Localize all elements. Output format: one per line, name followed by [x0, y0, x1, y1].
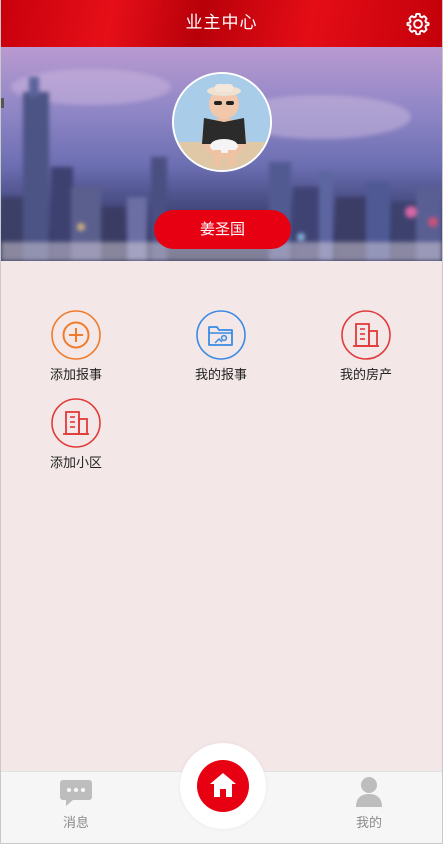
- add-report-item[interactable]: 添加报事: [21, 310, 131, 390]
- tab-messages[interactable]: 消息: [36, 772, 116, 843]
- app-frame: 业主中心 姜圣国 添加报事 我的报事 我的房产 添加小区 消息 我的: [0, 0, 443, 844]
- profile-banner: 姜圣国: [1, 47, 442, 261]
- my-reports-item[interactable]: 我的报事: [166, 310, 276, 390]
- edge-marker: [1, 98, 4, 108]
- user-avatar-photo: [174, 74, 270, 170]
- tab-mine-label: 我的: [355, 816, 382, 831]
- tab-mine[interactable]: 我的: [329, 772, 409, 843]
- home-button[interactable]: [197, 760, 249, 812]
- plus-circle-icon: [51, 310, 101, 360]
- top-bar: 业主中心: [1, 0, 442, 47]
- add-community-label: 添加小区: [49, 456, 102, 471]
- my-reports-label: 我的报事: [194, 368, 247, 383]
- home-icon: [210, 773, 236, 797]
- user-name-button[interactable]: 姜圣国: [154, 210, 291, 249]
- tab-messages-label: 消息: [62, 816, 89, 831]
- person-icon: [356, 777, 382, 807]
- my-property-label: 我的房产: [339, 368, 392, 383]
- add-community-item[interactable]: 添加小区: [21, 398, 131, 478]
- building-icon: [341, 310, 391, 360]
- home-button-ring: [180, 743, 266, 829]
- folder-image-icon: [196, 310, 246, 360]
- my-property-item[interactable]: 我的房产: [311, 310, 421, 390]
- building-add-icon: [51, 398, 101, 448]
- gear-icon[interactable]: [405, 11, 431, 37]
- avatar[interactable]: [172, 72, 272, 172]
- page-title: 业主中心: [185, 13, 258, 33]
- chat-bubble-icon: [60, 780, 92, 806]
- add-report-label: 添加报事: [49, 368, 102, 383]
